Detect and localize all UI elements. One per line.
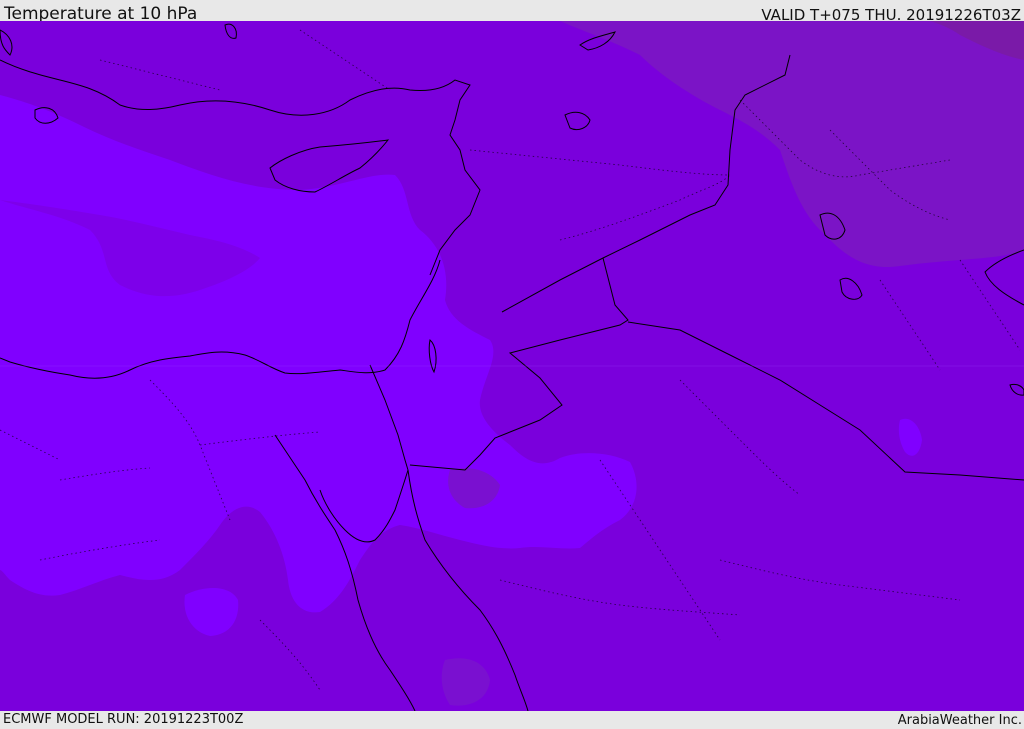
credit-label: ArabiaWeather Inc. — [897, 713, 1022, 728]
map-canvas — [0, 21, 1024, 711]
model-run: ECMWF MODEL RUN: 20191223T00Z — [3, 712, 244, 727]
weather-map[interactable] — [0, 21, 1024, 711]
